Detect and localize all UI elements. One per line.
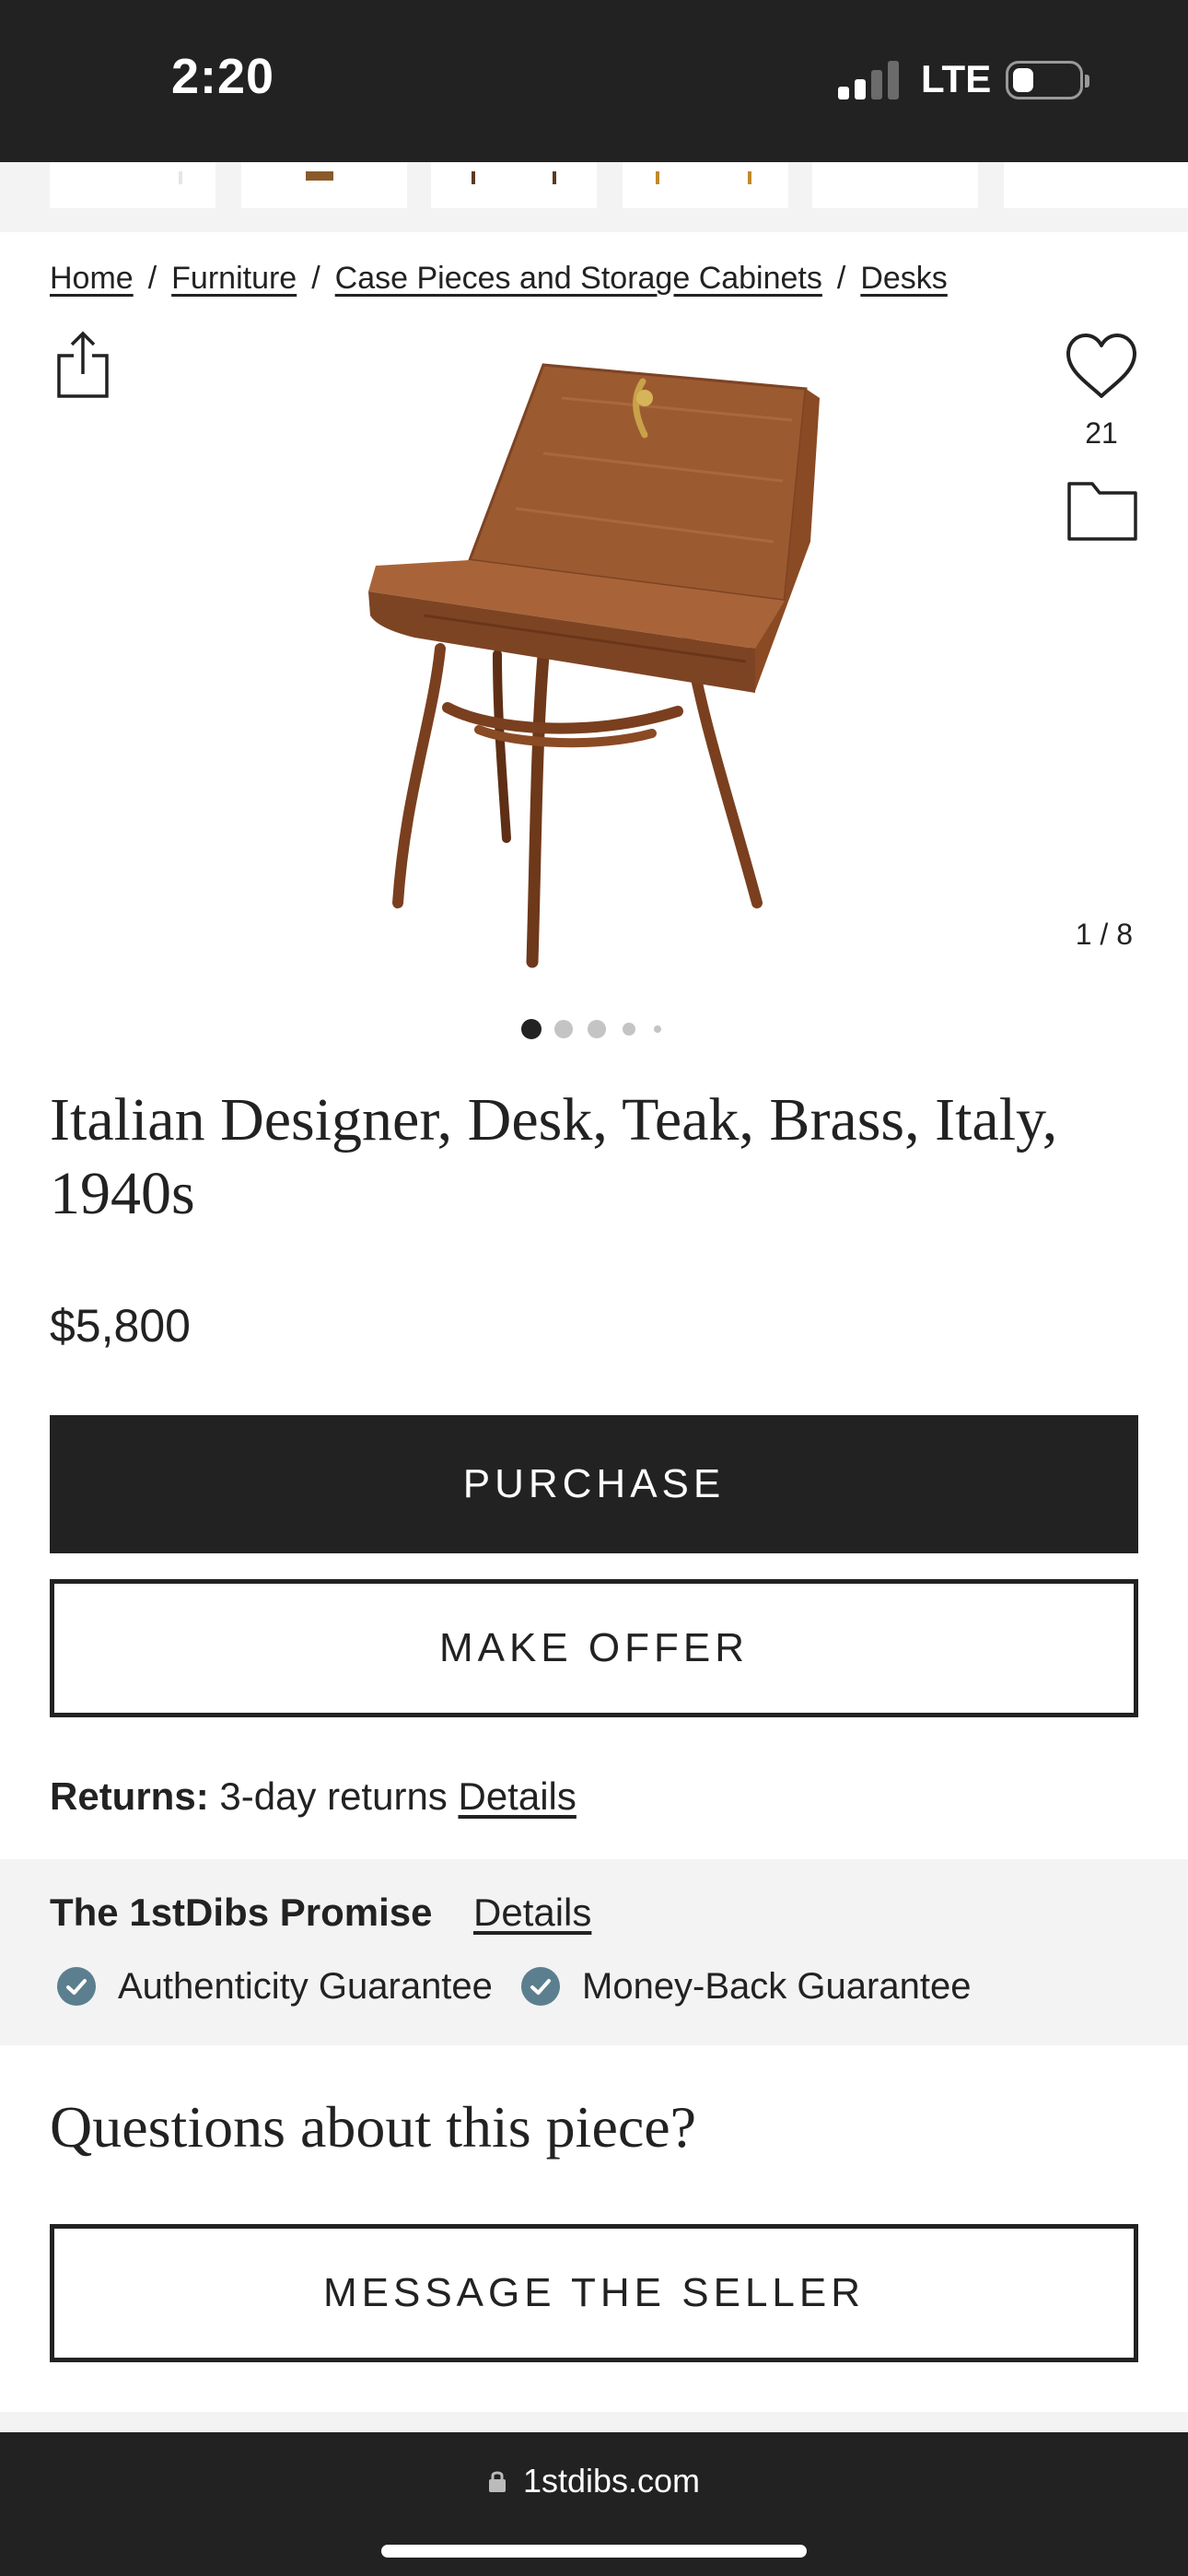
checkmark-icon	[57, 1967, 96, 2006]
network-type: LTE	[921, 57, 992, 100]
guarantee-label: Authenticity Guarantee	[118, 1965, 493, 2007]
guarantee-authenticity: Authenticity Guarantee	[57, 1966, 493, 2007]
product-price: $5,800	[50, 1300, 191, 1352]
favorites-count: 21	[1085, 416, 1118, 450]
thumbnail[interactable]	[431, 162, 597, 208]
breadcrumb-link-desks[interactable]: Desks	[860, 261, 947, 296]
message-seller-button[interactable]: MESSAGE THE SELLER	[50, 2224, 1138, 2362]
product-title: Italian Designer, Desk, Teak, Brass, Ita…	[50, 1086, 1058, 1227]
breadcrumb-separator: /	[836, 261, 846, 296]
purchase-button[interactable]: PURCHASE	[50, 1415, 1138, 1553]
returns-label: Returns:	[50, 1774, 209, 1818]
guarantee-money-back: Money-Back Guarantee	[521, 1966, 971, 2007]
image-counter: 1 / 8	[1075, 918, 1133, 951]
product-image[interactable]	[359, 361, 829, 975]
share-icon[interactable]	[55, 330, 111, 400]
breadcrumb-link-case-pieces[interactable]: Case Pieces and Storage Cabinets	[335, 261, 822, 296]
make-offer-button[interactable]: MAKE OFFER	[50, 1579, 1138, 1717]
returns-info: Returns: 3-day returns Details	[50, 1774, 577, 1819]
heart-icon[interactable]	[1065, 332, 1138, 402]
carousel-dot-active[interactable]	[521, 1019, 542, 1039]
returns-details-link[interactable]: Details	[458, 1774, 576, 1818]
status-time: 2:20	[171, 49, 275, 104]
thumbnail[interactable]	[623, 162, 788, 208]
browser-address-bar: 1stdibs.com	[0, 2432, 1188, 2576]
carousel-dots	[0, 1017, 1188, 1039]
carousel-dot[interactable]	[554, 1020, 573, 1038]
checkmark-icon	[521, 1967, 560, 2006]
thumbnail[interactable]	[50, 162, 215, 208]
breadcrumb-link-home[interactable]: Home	[50, 261, 134, 296]
battery-icon	[1006, 61, 1089, 100]
breadcrumb: Home / Furniture / Case Pieces and Storage C…	[50, 261, 948, 297]
promise-title: The 1stDibs Promise	[50, 1891, 433, 1934]
lock-icon	[488, 2471, 506, 2492]
breadcrumb-separator: /	[311, 261, 320, 296]
cellular-signal-icon	[838, 61, 899, 100]
thumbnail[interactable]	[812, 162, 978, 208]
thumbnail-strip	[0, 162, 1188, 232]
carousel-dot[interactable]	[588, 1020, 606, 1038]
promise-details-link[interactable]: Details	[473, 1891, 591, 1935]
home-indicator[interactable]	[381, 2545, 807, 2558]
guarantee-label: Money-Back Guarantee	[582, 1965, 972, 2007]
returns-value: 3-day returns	[219, 1774, 448, 1818]
section-divider	[0, 2412, 1188, 2432]
breadcrumb-link-furniture[interactable]: Furniture	[171, 261, 297, 296]
carousel-dot[interactable]	[654, 1025, 661, 1033]
breadcrumb-separator: /	[147, 261, 157, 296]
url-text: 1stdibs.com	[522, 2462, 701, 2500]
thumbnail[interactable]	[1004, 162, 1188, 208]
folder-icon[interactable]	[1066, 481, 1138, 542]
status-bar: 2:20 LTE	[0, 0, 1188, 162]
questions-heading: Questions about this piece?	[50, 2094, 697, 2160]
thumbnail[interactable]	[241, 162, 407, 208]
carousel-dot[interactable]	[623, 1023, 635, 1036]
url-field[interactable]: 1stdibs.com	[0, 2462, 1188, 2500]
promise-panel: The 1stDibs Promise Details Authenticity…	[0, 1859, 1188, 2045]
